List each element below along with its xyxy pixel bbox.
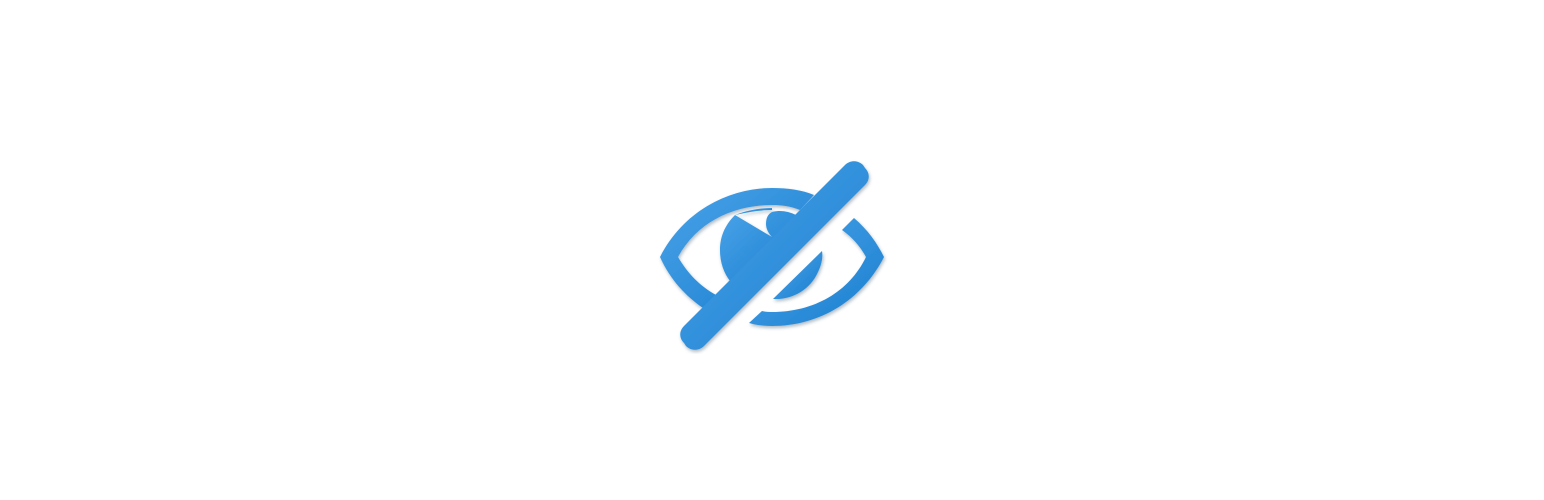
- eye-iris-upper: [735, 208, 772, 215]
- hidden-visibility-icon-container: [655, 158, 890, 354]
- eye-off-icon: [660, 161, 884, 350]
- canvas: [0, 0, 1544, 500]
